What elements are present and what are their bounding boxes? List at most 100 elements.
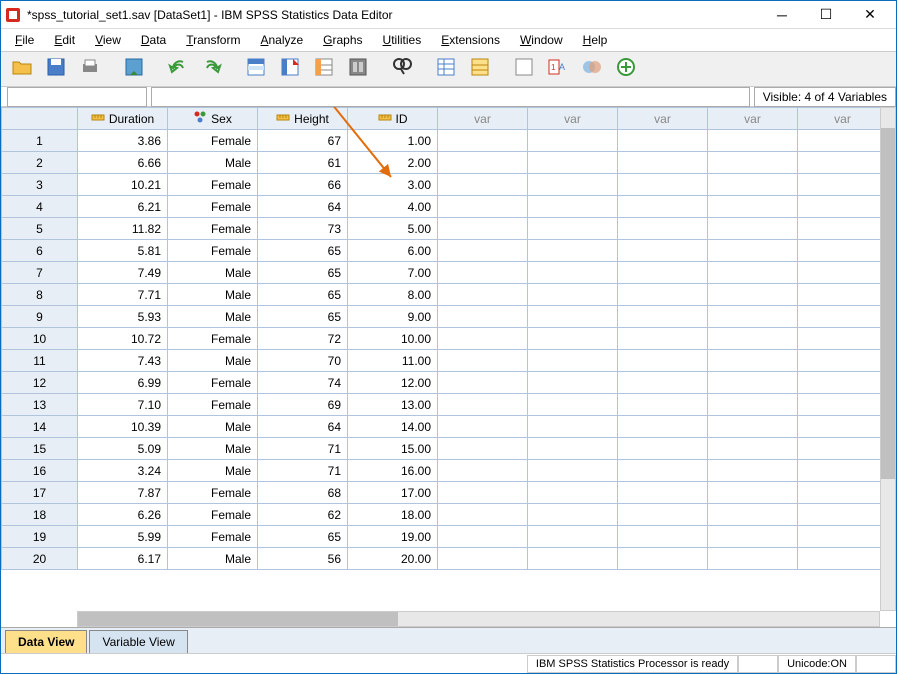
cell[interactable]: 73 [258,218,348,240]
row-number[interactable]: 12 [2,372,78,394]
cell[interactable]: 8.00 [348,284,438,306]
cell[interactable]: 7.49 [78,262,168,284]
menu-edit[interactable]: Edit [44,31,85,49]
cell[interactable]: Male [168,350,258,372]
empty-cell[interactable] [618,174,708,196]
empty-cell[interactable] [438,196,528,218]
empty-cell[interactable] [528,174,618,196]
cell[interactable]: 6.26 [78,504,168,526]
cell[interactable]: Male [168,460,258,482]
name-box[interactable] [7,87,147,107]
maximize-button[interactable]: ☐ [804,1,848,29]
add-button[interactable] [611,54,641,84]
row-number[interactable]: 10 [2,328,78,350]
split-file-button[interactable] [431,54,461,84]
empty-column-header[interactable]: var [528,108,618,130]
goto-case-button[interactable] [241,54,271,84]
cell[interactable]: 10.72 [78,328,168,350]
cell[interactable]: Male [168,152,258,174]
empty-cell[interactable] [618,416,708,438]
empty-cell[interactable] [528,372,618,394]
empty-cell[interactable] [438,438,528,460]
empty-cell[interactable] [708,306,798,328]
cell[interactable]: 3.86 [78,130,168,152]
cell[interactable]: 18.00 [348,504,438,526]
cell[interactable]: 5.81 [78,240,168,262]
value-labels-button[interactable]: 1A [543,54,573,84]
menu-view[interactable]: View [85,31,131,49]
cell[interactable]: 71 [258,438,348,460]
empty-cell[interactable] [438,174,528,196]
cell[interactable]: 67 [258,130,348,152]
cell[interactable]: 70 [258,350,348,372]
row-number[interactable]: 4 [2,196,78,218]
cell[interactable]: 5.93 [78,306,168,328]
empty-cell[interactable] [528,438,618,460]
empty-cell[interactable] [708,218,798,240]
cell[interactable]: 62 [258,504,348,526]
empty-cell[interactable] [528,526,618,548]
empty-cell[interactable] [708,526,798,548]
empty-cell[interactable] [528,152,618,174]
open-file-button[interactable] [7,54,37,84]
cell[interactable]: 56 [258,548,348,570]
cell[interactable]: 10.39 [78,416,168,438]
empty-cell[interactable] [798,240,881,262]
empty-cell[interactable] [798,218,881,240]
cell[interactable]: 6.21 [78,196,168,218]
find-button[interactable] [387,54,417,84]
cell[interactable]: 64 [258,416,348,438]
cell[interactable]: 61 [258,152,348,174]
menu-extensions[interactable]: Extensions [431,31,510,49]
cell[interactable]: 4.00 [348,196,438,218]
empty-cell[interactable] [798,372,881,394]
empty-cell[interactable] [798,504,881,526]
empty-cell[interactable] [618,350,708,372]
redo-button[interactable] [197,54,227,84]
corner-cell[interactable] [2,108,78,130]
row-number[interactable]: 5 [2,218,78,240]
cell[interactable]: 6.00 [348,240,438,262]
empty-cell[interactable] [708,548,798,570]
row-number[interactable]: 6 [2,240,78,262]
run-button[interactable] [343,54,373,84]
empty-cell[interactable] [528,504,618,526]
empty-cell[interactable] [798,196,881,218]
empty-cell[interactable] [798,394,881,416]
empty-cell[interactable] [528,284,618,306]
row-number[interactable]: 19 [2,526,78,548]
menu-transform[interactable]: Transform [176,31,250,49]
empty-cell[interactable] [528,306,618,328]
empty-cell[interactable] [438,262,528,284]
empty-cell[interactable] [618,438,708,460]
cell[interactable]: 7.00 [348,262,438,284]
row-number[interactable]: 14 [2,416,78,438]
cell[interactable]: 71 [258,460,348,482]
empty-cell[interactable] [708,262,798,284]
empty-cell[interactable] [708,504,798,526]
cell[interactable]: 11.00 [348,350,438,372]
use-sets-button[interactable] [577,54,607,84]
cell[interactable]: 72 [258,328,348,350]
row-number[interactable]: 20 [2,548,78,570]
cell[interactable]: 65 [258,526,348,548]
row-number[interactable]: 8 [2,284,78,306]
empty-cell[interactable] [708,460,798,482]
row-number[interactable]: 7 [2,262,78,284]
empty-cell[interactable] [708,284,798,306]
empty-cell[interactable] [798,262,881,284]
column-header-id[interactable]: ID [348,108,438,130]
row-number[interactable]: 17 [2,482,78,504]
menu-window[interactable]: Window [510,31,573,49]
cell[interactable]: 69 [258,394,348,416]
empty-cell[interactable] [438,526,528,548]
cell[interactable]: 68 [258,482,348,504]
menu-file[interactable]: File [5,31,44,49]
empty-cell[interactable] [438,240,528,262]
cell[interactable]: 11.82 [78,218,168,240]
cell[interactable]: 74 [258,372,348,394]
cell[interactable]: 65 [258,284,348,306]
cell[interactable]: Male [168,416,258,438]
column-header-height[interactable]: Height [258,108,348,130]
cell[interactable]: Female [168,394,258,416]
